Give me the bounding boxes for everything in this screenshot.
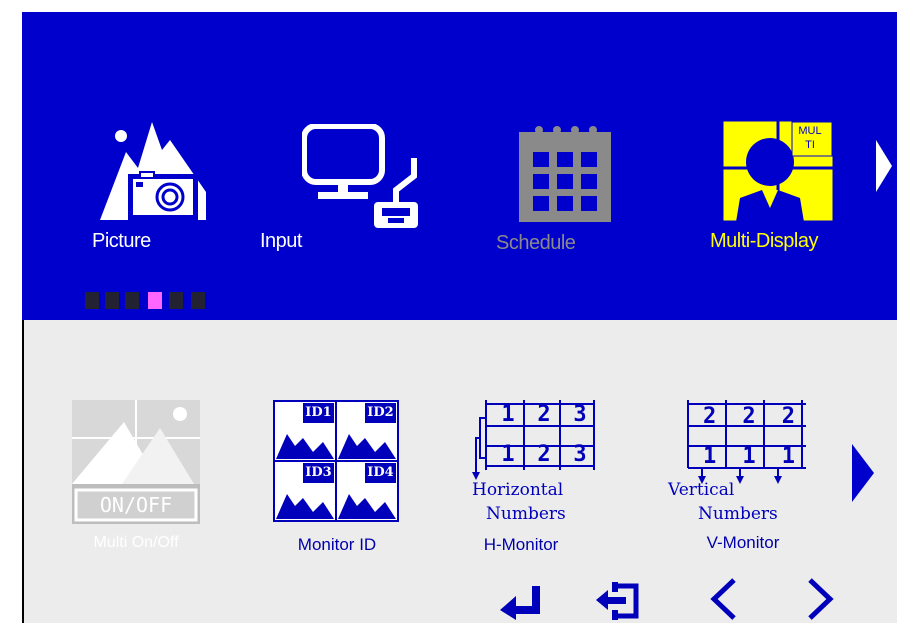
submenu-item-v-monitor[interactable]: 2 2 2 1 1 1 Vertical Numbers V-Monitor xyxy=(668,398,818,560)
digit: 2 xyxy=(781,404,795,429)
digit: 1 xyxy=(501,402,515,427)
menu-item-input[interactable]: Input xyxy=(260,118,418,268)
v-monitor-digits-top: 2 2 2 xyxy=(690,406,808,428)
h-monitor-caption-2: Numbers xyxy=(486,504,566,524)
tile-label: ID2 xyxy=(367,405,394,420)
triangle-right-icon[interactable] xyxy=(876,140,892,192)
menu-item-label: Schedule xyxy=(496,232,576,254)
submenu-item-label: Multi On/Off xyxy=(93,534,179,551)
page-dot xyxy=(169,292,183,309)
h-monitor-digits-top: 1 2 3 xyxy=(490,404,598,426)
digit: 1 xyxy=(501,442,515,467)
submenu-item-multi-onoff[interactable]: ON/OFF Multi On/Off xyxy=(72,400,202,560)
page-dot-active xyxy=(148,292,162,309)
page-dot xyxy=(191,292,205,309)
h-monitor-caption-1: Horizontal xyxy=(472,480,564,500)
menu-item-schedule[interactable]: Schedule xyxy=(496,118,626,268)
v-monitor-digits-bottom: 1 1 1 xyxy=(690,446,808,468)
digit: 2 xyxy=(742,404,756,429)
input-icon xyxy=(302,124,418,228)
submenu-item-label: Monitor ID xyxy=(297,535,377,554)
multi-badge: MUL TI xyxy=(798,125,822,151)
digit: 2 xyxy=(537,402,551,427)
calendar-icon xyxy=(519,126,611,222)
page-dot xyxy=(105,292,119,309)
right-chevron-icon[interactable] xyxy=(804,578,836,620)
menu-item-label: Input xyxy=(260,230,302,252)
triangle-right-icon[interactable] xyxy=(852,444,874,502)
submenu-item-label: V-Monitor xyxy=(706,533,780,552)
digit: 2 xyxy=(537,442,551,467)
onoff-badge: ON/OFF xyxy=(99,493,173,517)
tile-label: ID1 xyxy=(305,405,332,420)
submenu-item-monitor-id[interactable]: ID1 ID2 ID3 ID4 Monitor ID xyxy=(273,400,403,560)
menu-item-multi-display[interactable]: MUL TI Multi-Display xyxy=(710,118,858,268)
page-dot xyxy=(125,292,139,309)
picture-icon xyxy=(100,122,206,220)
submenu-item-label: H-Monitor xyxy=(483,535,559,554)
digit: 1 xyxy=(742,444,756,469)
left-chevron-icon[interactable] xyxy=(708,578,740,620)
exit-icon[interactable] xyxy=(596,582,644,620)
menu-item-picture[interactable]: Picture xyxy=(92,118,222,268)
enter-icon[interactable] xyxy=(500,580,548,620)
digit: 3 xyxy=(573,402,587,427)
h-monitor-digits-bottom: 1 2 3 xyxy=(490,444,598,466)
v-monitor-caption-2: Numbers xyxy=(698,504,778,524)
menu-item-label: Multi-Display xyxy=(710,230,818,252)
digit: 1 xyxy=(781,444,795,469)
submenu-item-h-monitor[interactable]: 1 2 3 1 2 3 Horizontal Numbers H-Monitor xyxy=(466,398,606,560)
v-monitor-caption-1: Vertical xyxy=(668,480,735,500)
digit: 3 xyxy=(573,442,587,467)
page-dot xyxy=(85,292,99,309)
digit: 2 xyxy=(703,404,717,429)
menu-item-label: Picture xyxy=(92,230,151,252)
digit: 1 xyxy=(703,444,717,469)
panel-border xyxy=(22,320,24,623)
tile-label: ID3 xyxy=(305,465,332,480)
tile-label: ID4 xyxy=(367,465,394,480)
